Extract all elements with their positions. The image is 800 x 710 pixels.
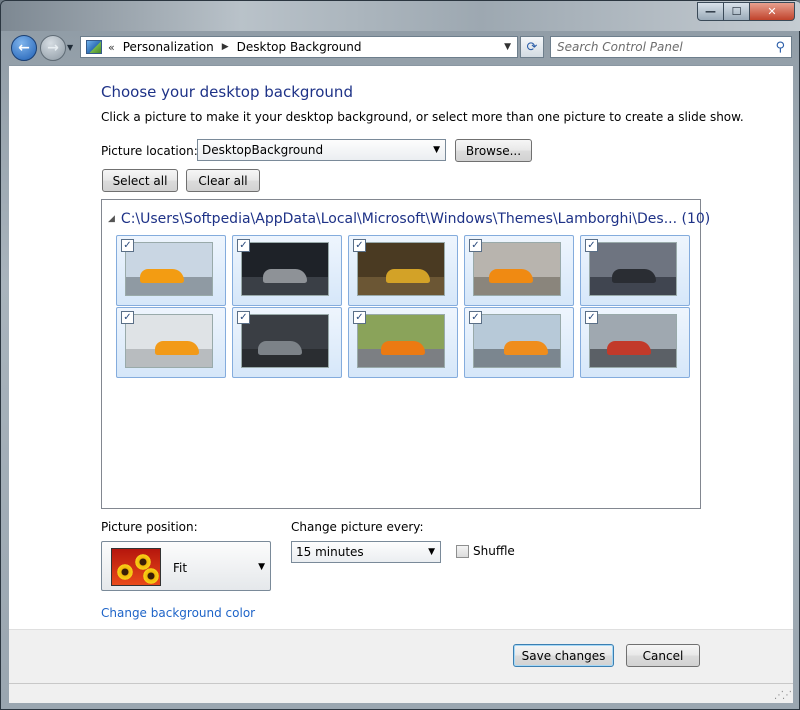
picture-position-value: Fit xyxy=(173,561,188,575)
shuffle-option[interactable]: Shuffle xyxy=(456,544,515,558)
select-all-button[interactable]: Select all xyxy=(102,169,178,192)
car-icon xyxy=(386,269,430,283)
picture-tile[interactable]: ✓ xyxy=(464,307,574,378)
picture-tile[interactable]: ✓ xyxy=(580,307,690,378)
picture-position-label: Picture position: xyxy=(101,520,198,534)
address-overflow-icon[interactable]: « xyxy=(108,41,115,54)
refresh-icon: ⟳ xyxy=(526,39,538,55)
picture-tile[interactable]: ✓ xyxy=(580,235,690,306)
chevron-down-icon: ▼ xyxy=(428,547,435,557)
car-icon xyxy=(155,341,199,355)
address-bar[interactable]: « Personalization ▶ Desktop Background ▼ xyxy=(80,36,518,58)
collapse-triangle-icon[interactable]: ◢ xyxy=(108,214,115,224)
picture-location-value: DesktopBackground xyxy=(202,143,324,157)
picture-checkbox[interactable]: ✓ xyxy=(353,239,366,252)
picture-thumbnail xyxy=(125,314,213,368)
picture-thumbnail xyxy=(473,314,561,368)
browse-button[interactable]: Browse... xyxy=(455,139,532,162)
forward-button[interactable]: → xyxy=(40,35,66,61)
car-icon xyxy=(504,341,548,355)
picture-thumbnail xyxy=(241,242,329,296)
refresh-button[interactable]: ⟳ xyxy=(520,36,544,58)
recent-pages-chevron-icon[interactable]: ▼ xyxy=(67,43,73,52)
chevron-down-icon: ▼ xyxy=(433,145,440,155)
breadcrumb-personalization[interactable]: Personalization xyxy=(123,40,214,54)
save-changes-button[interactable]: Save changes xyxy=(513,644,614,667)
car-icon xyxy=(263,269,307,283)
picture-location-dropdown[interactable]: DesktopBackground ▼ xyxy=(197,139,446,161)
picture-thumbnail xyxy=(357,314,445,368)
breadcrumb-desktop-background[interactable]: Desktop Background xyxy=(237,40,362,54)
change-background-color-link[interactable]: Change background color xyxy=(101,606,255,620)
picture-thumbnail xyxy=(473,242,561,296)
car-icon xyxy=(607,341,651,355)
picture-checkbox[interactable]: ✓ xyxy=(469,311,482,324)
control-panel-icon xyxy=(86,40,102,54)
title-bar[interactable]: — ☐ ✕ xyxy=(1,1,800,31)
change-picture-every-label: Change picture every: xyxy=(291,520,424,534)
gallery-group-header[interactable]: ◢ C:\Users\Softpedia\AppData\Local\Micro… xyxy=(108,211,710,227)
picture-thumbnail xyxy=(241,314,329,368)
caption-buttons: — ☐ ✕ xyxy=(697,2,795,21)
gallery-group-path: C:\Users\Softpedia\AppData\Local\Microso… xyxy=(120,211,711,227)
car-icon xyxy=(489,269,533,283)
page-description: Click a picture to make it your desktop … xyxy=(101,110,744,124)
change-picture-interval-value: 15 minutes xyxy=(296,545,364,559)
search-input[interactable] xyxy=(557,40,767,54)
content-pane: Choose your desktop background Click a p… xyxy=(9,65,793,629)
picture-tile[interactable]: ✓ xyxy=(116,307,226,378)
picture-position-preview-icon xyxy=(111,548,161,586)
car-icon xyxy=(381,341,425,355)
picture-thumbnail xyxy=(589,314,677,368)
picture-position-dropdown[interactable]: Fit ▼ xyxy=(101,541,271,591)
breadcrumb-separator-icon[interactable]: ▶ xyxy=(222,42,229,52)
minimize-button[interactable]: — xyxy=(697,2,724,21)
picture-checkbox[interactable]: ✓ xyxy=(585,239,598,252)
search-icon[interactable]: ⚲ xyxy=(775,40,785,55)
picture-tile[interactable]: ✓ xyxy=(348,307,458,378)
picture-location-label: Picture location: xyxy=(101,144,198,158)
resize-grip-icon[interactable]: ⋰⋰ xyxy=(774,690,792,701)
shuffle-checkbox[interactable] xyxy=(456,544,469,558)
cancel-button[interactable]: Cancel xyxy=(626,644,700,667)
picture-checkbox[interactable]: ✓ xyxy=(469,239,482,252)
car-icon xyxy=(258,341,302,355)
picture-tile[interactable]: ✓ xyxy=(348,235,458,306)
footer-bar: Save changes Cancel xyxy=(9,629,793,683)
picture-gallery: ◢ C:\Users\Softpedia\AppData\Local\Micro… xyxy=(101,199,710,509)
picture-checkbox[interactable]: ✓ xyxy=(237,311,250,324)
control-panel-window: — ☐ ✕ ← → ▼ « Personalization ▶ Desktop … xyxy=(0,0,800,710)
picture-thumbnail xyxy=(357,242,445,296)
close-button[interactable]: ✕ xyxy=(750,2,795,21)
address-dropdown-icon[interactable]: ▼ xyxy=(504,42,511,52)
picture-tile[interactable]: ✓ xyxy=(464,235,574,306)
picture-tile[interactable]: ✓ xyxy=(116,235,226,306)
picture-checkbox[interactable]: ✓ xyxy=(237,239,250,252)
picture-thumbnail xyxy=(125,242,213,296)
car-icon xyxy=(140,269,184,283)
picture-checkbox[interactable]: ✓ xyxy=(585,311,598,324)
picture-checkbox[interactable]: ✓ xyxy=(121,239,134,252)
chevron-down-icon: ▼ xyxy=(258,562,265,572)
picture-checkbox[interactable]: ✓ xyxy=(353,311,366,324)
shuffle-label: Shuffle xyxy=(473,544,515,558)
page-title: Choose your desktop background xyxy=(101,83,353,101)
search-box: ⚲ xyxy=(550,36,792,58)
picture-thumbnail xyxy=(589,242,677,296)
picture-tile[interactable]: ✓ xyxy=(232,235,342,306)
car-icon xyxy=(612,269,656,283)
back-button[interactable]: ← xyxy=(11,35,37,61)
picture-checkbox[interactable]: ✓ xyxy=(121,311,134,324)
change-picture-interval-dropdown[interactable]: 15 minutes ▼ xyxy=(291,541,441,563)
picture-tile[interactable]: ✓ xyxy=(232,307,342,378)
navigation-bar: ← → ▼ « Personalization ▶ Desktop Backgr… xyxy=(1,31,800,65)
status-bar: ⋰⋰ xyxy=(9,683,793,703)
maximize-button[interactable]: ☐ xyxy=(724,2,750,21)
clear-all-button[interactable]: Clear all xyxy=(186,169,260,192)
